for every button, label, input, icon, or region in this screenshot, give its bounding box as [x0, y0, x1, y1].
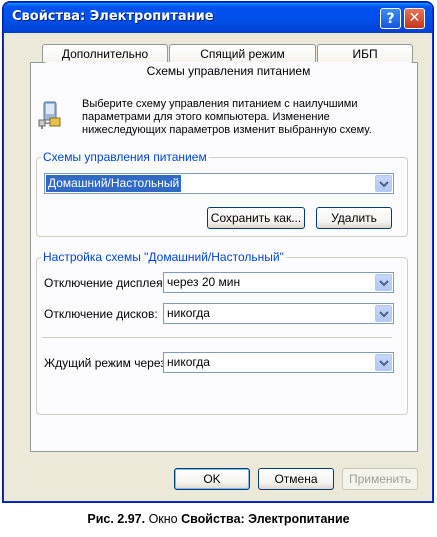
chevron-down-icon[interactable]	[375, 305, 392, 322]
caption-middle: Окно	[145, 512, 182, 526]
delete-button[interactable]: Удалить	[316, 207, 392, 229]
display-off-label: Отключение дисплея:	[44, 276, 166, 290]
display-off-value: через 20 мин	[167, 275, 241, 289]
tab-hibernate[interactable]: Спящий режим	[169, 44, 316, 64]
caption-title: Свойства: Электропитание	[181, 512, 350, 526]
display-off-select[interactable]: через 20 мин	[163, 272, 394, 293]
scheme-select-value: Домашний/Настольный	[46, 175, 182, 192]
settings-separator	[42, 337, 392, 338]
tab-ups[interactable]: ИБП	[317, 44, 413, 64]
standby-label: Ждущий режим через:	[44, 356, 170, 370]
schemes-group-label: Схемы управления питанием	[41, 150, 209, 164]
ok-button[interactable]: OK	[174, 468, 250, 490]
help-icon[interactable]: ?	[380, 8, 401, 29]
apply-button[interactable]: Применить	[342, 468, 418, 490]
close-icon[interactable]: ✕	[404, 8, 425, 29]
standby-select[interactable]: никогда	[163, 352, 394, 373]
figure-caption: Рис. 2.97. Окно Свойства: Электропитание	[0, 512, 437, 526]
caption-number: Рис. 2.97.	[87, 512, 146, 526]
cancel-button[interactable]: Отмена	[258, 468, 334, 490]
description-text: Выберите схему управления питанием с наи…	[82, 98, 372, 136]
chevron-down-icon[interactable]	[375, 274, 392, 291]
title-bar[interactable]: Свойства: Электропитание ? ✕	[4, 3, 432, 33]
settings-group-label: Настройка схемы "Домашний/Настольный"	[41, 250, 286, 264]
tab-power-schemes[interactable]: Схемы управления питанием	[44, 62, 413, 80]
power-scheme-icon	[36, 100, 64, 129]
scheme-select[interactable]: Домашний/Настольный	[44, 173, 394, 194]
disks-off-value: никогда	[167, 306, 210, 320]
tab-advanced[interactable]: Дополнительно	[42, 44, 168, 64]
chevron-down-icon[interactable]	[375, 175, 392, 192]
window-title: Свойства: Электропитание	[12, 9, 214, 24]
standby-value: никогда	[167, 355, 210, 369]
disks-off-label: Отключение дисков:	[44, 307, 158, 321]
chevron-down-icon[interactable]	[375, 354, 392, 371]
save-as-button[interactable]: Сохранить как...	[207, 207, 305, 229]
disks-off-select[interactable]: никогда	[163, 303, 394, 324]
